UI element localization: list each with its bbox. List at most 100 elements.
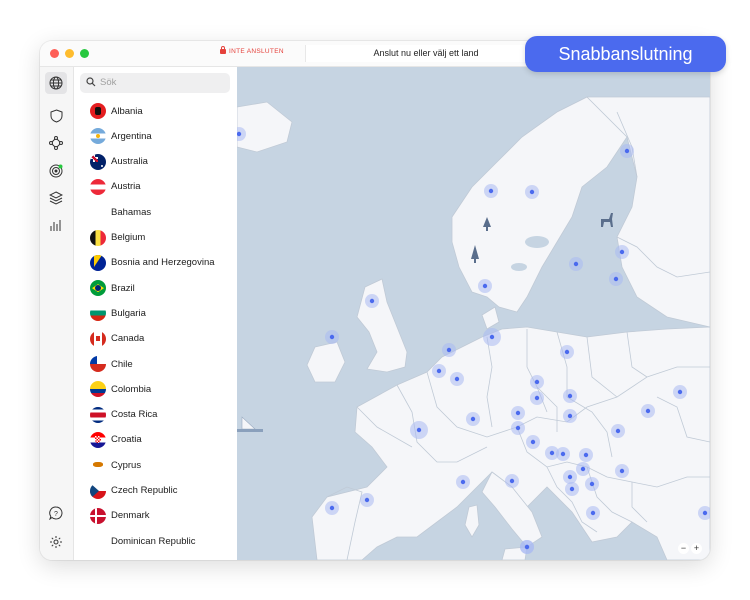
country-row[interactable]: Belgium — [90, 228, 145, 248]
server-marker[interactable] — [526, 435, 540, 449]
country-name: Cyprus — [111, 459, 142, 471]
country-row[interactable]: Czech Republic — [90, 481, 178, 501]
country-name: Bahamas — [111, 206, 152, 218]
server-marker[interactable] — [611, 424, 625, 438]
server-marker[interactable] — [620, 144, 634, 158]
country-name: Chile — [111, 358, 133, 370]
server-marker[interactable] — [530, 391, 544, 405]
layers-icon[interactable] — [47, 189, 65, 207]
country-name: Canada — [111, 333, 145, 345]
help-icon[interactable]: ? — [47, 504, 65, 522]
country-name: Austria — [111, 181, 141, 193]
server-marker[interactable] — [615, 464, 629, 478]
bg-flag-icon — [90, 305, 106, 322]
br-flag-icon — [90, 280, 106, 297]
country-row[interactable]: Canada — [90, 329, 144, 349]
server-marker[interactable] — [565, 482, 579, 496]
country-row[interactable]: Brazil — [90, 278, 135, 298]
country-row[interactable]: Argentina — [90, 126, 152, 146]
connection-status-label: INTE ANSLUTEN — [229, 48, 284, 55]
server-marker[interactable] — [560, 345, 574, 359]
server-marker[interactable] — [456, 475, 470, 489]
country-name: Albania — [111, 105, 143, 117]
server-marker[interactable] — [505, 474, 519, 488]
server-marker[interactable] — [432, 364, 446, 378]
cy-flag-icon — [90, 457, 106, 474]
mesh-network-icon[interactable] — [47, 134, 65, 152]
app-window: INTE ANSLUTEN Anslut nu eller välj ett l… — [40, 41, 710, 560]
radar-icon[interactable] — [47, 162, 65, 180]
zoom-out-button[interactable]: − — [678, 543, 689, 554]
connect-search-field[interactable]: Anslut nu eller välj ett land — [305, 45, 547, 62]
server-marker[interactable] — [466, 412, 480, 426]
country-name: Bosnia and Herzegovina — [111, 257, 215, 269]
country-search-input[interactable]: Sök — [80, 73, 230, 93]
server-marker[interactable] — [325, 501, 339, 515]
server-marker[interactable] — [325, 330, 339, 344]
close-window-button[interactable] — [50, 49, 59, 58]
country-name: Croatia — [111, 434, 142, 446]
hr-flag-icon — [90, 431, 106, 448]
server-marker[interactable] — [579, 448, 593, 462]
scandinavia-landmass — [451, 96, 628, 313]
stats-icon[interactable] — [47, 216, 65, 234]
server-marker[interactable] — [673, 385, 687, 399]
country-row[interactable]: Bulgaria — [90, 303, 146, 323]
country-row[interactable]: Austria — [90, 177, 141, 197]
country-row[interactable]: Australia — [90, 152, 148, 172]
server-marker[interactable] — [530, 375, 544, 389]
server-marker[interactable] — [525, 185, 539, 199]
server-marker[interactable] — [641, 404, 655, 418]
country-row[interactable]: Denmark — [90, 506, 150, 526]
server-marker[interactable] — [511, 421, 525, 435]
country-list-panel: Sök Albania Argentina Australia Austria Baha… — [74, 67, 238, 560]
country-row[interactable]: Croatia — [90, 430, 142, 450]
server-marker[interactable] — [586, 506, 600, 520]
country-row[interactable]: Dominican Republic — [90, 531, 195, 551]
country-row[interactable]: Costa Rica — [90, 405, 157, 425]
server-marker[interactable] — [360, 493, 374, 507]
server-marker[interactable] — [569, 257, 583, 271]
zoom-window-button[interactable] — [80, 49, 89, 58]
server-marker[interactable] — [450, 372, 464, 386]
dk-flag-icon — [90, 507, 106, 524]
server-marker[interactable] — [442, 343, 456, 357]
zoom-in-button[interactable]: + — [691, 543, 702, 554]
server-marker[interactable] — [563, 389, 577, 403]
country-row[interactable]: Chile — [90, 354, 133, 374]
sardinia-landmass — [464, 504, 480, 538]
sailboat-icon — [237, 416, 263, 432]
server-marker[interactable] — [483, 328, 501, 346]
search-placeholder: Sök — [100, 77, 117, 88]
country-row[interactable]: Colombia — [90, 379, 151, 399]
co-flag-icon — [90, 381, 106, 398]
globe-icon[interactable] — [45, 72, 67, 94]
minimize-window-button[interactable] — [65, 49, 74, 58]
country-row[interactable]: Bosnia and Herzegovina — [90, 253, 215, 273]
server-marker[interactable] — [484, 184, 498, 198]
server-marker[interactable] — [556, 447, 570, 461]
country-row[interactable]: Bahamas — [90, 202, 151, 222]
country-row[interactable]: Albania — [90, 101, 143, 121]
au-flag-icon — [90, 153, 106, 170]
server-marker[interactable] — [563, 470, 577, 484]
server-marker[interactable] — [478, 279, 492, 293]
server-marker[interactable] — [511, 406, 525, 420]
server-marker[interactable] — [615, 245, 629, 259]
europe-map — [237, 96, 710, 560]
server-marker[interactable] — [576, 462, 590, 476]
ar-flag-icon — [90, 128, 106, 145]
server-marker[interactable] — [365, 294, 379, 308]
quick-connect-button[interactable]: Snabbanslutning — [525, 36, 726, 72]
server-marker[interactable] — [585, 477, 599, 491]
country-name: Denmark — [111, 510, 150, 522]
country-name: Bulgaria — [111, 307, 146, 319]
shield-icon[interactable] — [47, 107, 65, 125]
server-marker[interactable] — [563, 409, 577, 423]
country-row[interactable]: Cyprus — [90, 455, 141, 475]
server-marker[interactable] — [520, 540, 534, 554]
server-marker[interactable] — [609, 272, 623, 286]
server-map[interactable]: − + — [237, 67, 710, 560]
settings-icon[interactable] — [47, 533, 65, 551]
server-marker[interactable] — [410, 421, 428, 439]
